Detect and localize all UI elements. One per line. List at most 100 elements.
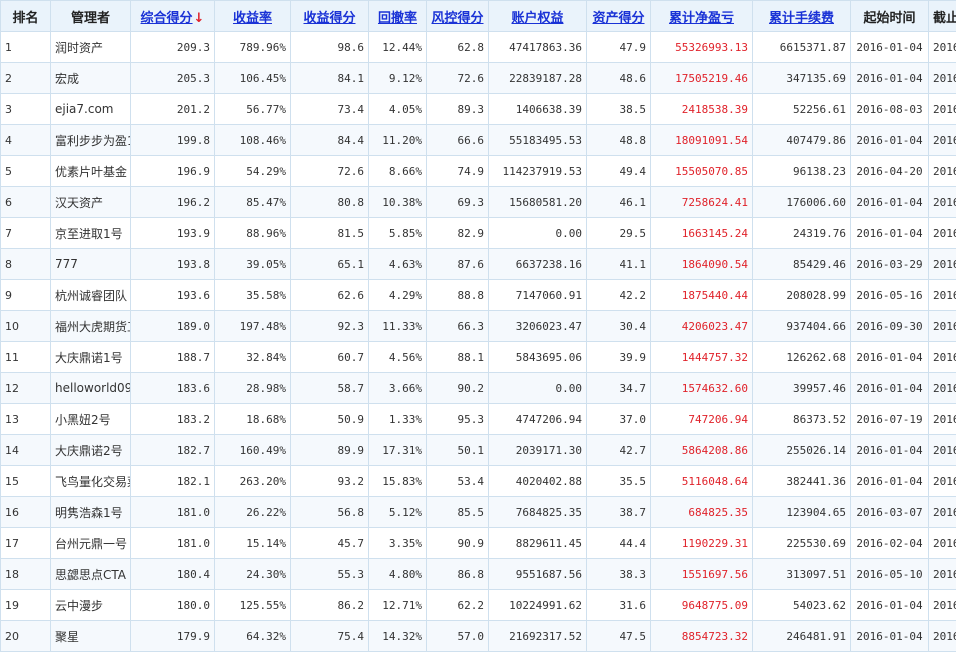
cell-manager: 汉天资产 bbox=[51, 187, 131, 218]
sort-drawdown-link[interactable]: 回撤率 bbox=[378, 11, 417, 26]
cell-score: 199.8 bbox=[131, 125, 215, 156]
sort-fees-link[interactable]: 累计手续费 bbox=[769, 11, 834, 26]
cell-risk-score: 50.1 bbox=[427, 435, 489, 466]
cell-drawdown: 10.38% bbox=[369, 187, 427, 218]
cell-start: 2016-01-04 bbox=[851, 218, 929, 249]
header-return-score[interactable]: 收益得分 bbox=[291, 1, 369, 32]
sort-return-rate-link[interactable]: 收益率 bbox=[233, 11, 272, 26]
header-net-pnl[interactable]: 累计净盈亏 bbox=[651, 1, 753, 32]
cell-fees: 86373.52 bbox=[753, 404, 851, 435]
cell-return-rate: 263.20% bbox=[215, 466, 291, 497]
cell-return-rate: 789.96% bbox=[215, 32, 291, 63]
sort-return-score-link[interactable]: 收益得分 bbox=[303, 11, 355, 26]
cell-drawdown: 14.32% bbox=[369, 621, 427, 652]
cell-fees: 176006.60 bbox=[753, 187, 851, 218]
cell-start: 2016-01-04 bbox=[851, 621, 929, 652]
cell-end: 2016-11-22 bbox=[929, 404, 956, 435]
sort-risk-score-link[interactable]: 风控得分 bbox=[431, 11, 483, 26]
table-row: 9杭州诚睿团队193.635.58%62.64.29%88.87147060.9… bbox=[1, 280, 956, 311]
cell-risk-score: 66.3 bbox=[427, 311, 489, 342]
header-drawdown[interactable]: 回撤率 bbox=[369, 1, 427, 32]
cell-net-pnl: 684825.35 bbox=[651, 497, 753, 528]
cell-start: 2016-09-30 bbox=[851, 311, 929, 342]
table-row: 17台州元鼎一号181.015.14%45.73.35%90.98829611.… bbox=[1, 528, 956, 559]
cell-rank: 17 bbox=[1, 528, 51, 559]
cell-end: 2016-11-22 bbox=[929, 187, 956, 218]
cell-risk-score: 74.9 bbox=[427, 156, 489, 187]
table-row: 18思勰思点CTA180.424.30%55.34.80%86.89551687… bbox=[1, 559, 956, 590]
header-return-rate[interactable]: 收益率 bbox=[215, 1, 291, 32]
cell-score: 180.0 bbox=[131, 590, 215, 621]
sort-asset-score-link[interactable]: 资产得分 bbox=[592, 11, 644, 26]
cell-rank: 12 bbox=[1, 373, 51, 404]
cell-risk-score: 87.6 bbox=[427, 249, 489, 280]
cell-manager: 优素片叶基金 bbox=[51, 156, 131, 187]
cell-end: 2016-11-22 bbox=[929, 497, 956, 528]
cell-manager: 富利步步为盈1· bbox=[51, 125, 131, 156]
header-fees[interactable]: 累计手续费 bbox=[753, 1, 851, 32]
cell-asset-score: 38.5 bbox=[587, 94, 651, 125]
cell-equity: 8829611.45 bbox=[489, 528, 587, 559]
cell-return-rate: 88.96% bbox=[215, 218, 291, 249]
header-equity[interactable]: 账户权益 bbox=[489, 1, 587, 32]
cell-asset-score: 49.4 bbox=[587, 156, 651, 187]
cell-asset-score: 41.1 bbox=[587, 249, 651, 280]
cell-start: 2016-01-04 bbox=[851, 32, 929, 63]
cell-fees: 246481.91 bbox=[753, 621, 851, 652]
table-header-row: 排名 管理者 综合得分↓ 收益率 收益得分 回撤率 风控得分 账户权益 资产得分… bbox=[1, 1, 956, 32]
cell-risk-score: 62.2 bbox=[427, 590, 489, 621]
cell-end: 2016-11-22 bbox=[929, 528, 956, 559]
cell-score: 181.0 bbox=[131, 497, 215, 528]
cell-net-pnl: 5864208.86 bbox=[651, 435, 753, 466]
cell-equity: 0.00 bbox=[489, 373, 587, 404]
table-row: 16明隽浩森1号（J181.026.22%56.85.12%85.5768482… bbox=[1, 497, 956, 528]
cell-manager: 思勰思点CTA bbox=[51, 559, 131, 590]
cell-rank: 19 bbox=[1, 590, 51, 621]
sort-net-pnl-link[interactable]: 累计净盈亏 bbox=[669, 11, 734, 26]
cell-rank: 2 bbox=[1, 63, 51, 94]
header-risk-score[interactable]: 风控得分 bbox=[427, 1, 489, 32]
cell-return-score: 45.7 bbox=[291, 528, 369, 559]
cell-drawdown: 12.44% bbox=[369, 32, 427, 63]
cell-asset-score: 35.5 bbox=[587, 466, 651, 497]
table-row: 11大庆鼎诺1号188.732.84%60.74.56%88.15843695.… bbox=[1, 342, 956, 373]
cell-fees: 126262.68 bbox=[753, 342, 851, 373]
cell-equity: 22839187.28 bbox=[489, 63, 587, 94]
header-score[interactable]: 综合得分↓ bbox=[131, 1, 215, 32]
cell-manager: 777 bbox=[51, 249, 131, 280]
table-row: 8777193.839.05%65.14.63%87.66637238.1641… bbox=[1, 249, 956, 280]
cell-return-score: 58.7 bbox=[291, 373, 369, 404]
cell-drawdown: 8.66% bbox=[369, 156, 427, 187]
cell-start: 2016-01-04 bbox=[851, 63, 929, 94]
cell-net-pnl: 1875440.44 bbox=[651, 280, 753, 311]
cell-net-pnl: 9648775.09 bbox=[651, 590, 753, 621]
cell-manager: 润时资产 bbox=[51, 32, 131, 63]
table-row: 20聚星179.964.32%75.414.32%57.021692317.52… bbox=[1, 621, 956, 652]
cell-net-pnl: 4206023.47 bbox=[651, 311, 753, 342]
cell-fees: 39957.46 bbox=[753, 373, 851, 404]
sort-score-link[interactable]: 综合得分 bbox=[141, 11, 193, 26]
cell-return-rate: 54.29% bbox=[215, 156, 291, 187]
cell-score: 181.0 bbox=[131, 528, 215, 559]
table-row: 2宏成205.3106.45%84.19.12%72.622839187.284… bbox=[1, 63, 956, 94]
cell-start: 2016-01-04 bbox=[851, 435, 929, 466]
table-row: 4富利步步为盈1·199.8108.46%84.411.20%66.655183… bbox=[1, 125, 956, 156]
cell-score: 179.9 bbox=[131, 621, 215, 652]
table-row: 19云中漫步180.0125.55%86.212.71%62.210224991… bbox=[1, 590, 956, 621]
cell-start: 2016-01-04 bbox=[851, 590, 929, 621]
cell-score: 201.2 bbox=[131, 94, 215, 125]
cell-end: 2016-11-18 bbox=[929, 435, 956, 466]
cell-end: 2016-11-22 bbox=[929, 466, 956, 497]
cell-net-pnl: 55326993.13 bbox=[651, 32, 753, 63]
cell-return-score: 81.5 bbox=[291, 218, 369, 249]
cell-risk-score: 66.6 bbox=[427, 125, 489, 156]
header-asset-score[interactable]: 资产得分 bbox=[587, 1, 651, 32]
cell-return-score: 72.6 bbox=[291, 156, 369, 187]
cell-net-pnl: 5116048.64 bbox=[651, 466, 753, 497]
sort-equity-link[interactable]: 账户权益 bbox=[511, 11, 563, 26]
cell-rank: 20 bbox=[1, 621, 51, 652]
cell-equity: 9551687.56 bbox=[489, 559, 587, 590]
cell-manager: 大庆鼎诺2号 bbox=[51, 435, 131, 466]
cell-risk-score: 82.9 bbox=[427, 218, 489, 249]
cell-risk-score: 85.5 bbox=[427, 497, 489, 528]
